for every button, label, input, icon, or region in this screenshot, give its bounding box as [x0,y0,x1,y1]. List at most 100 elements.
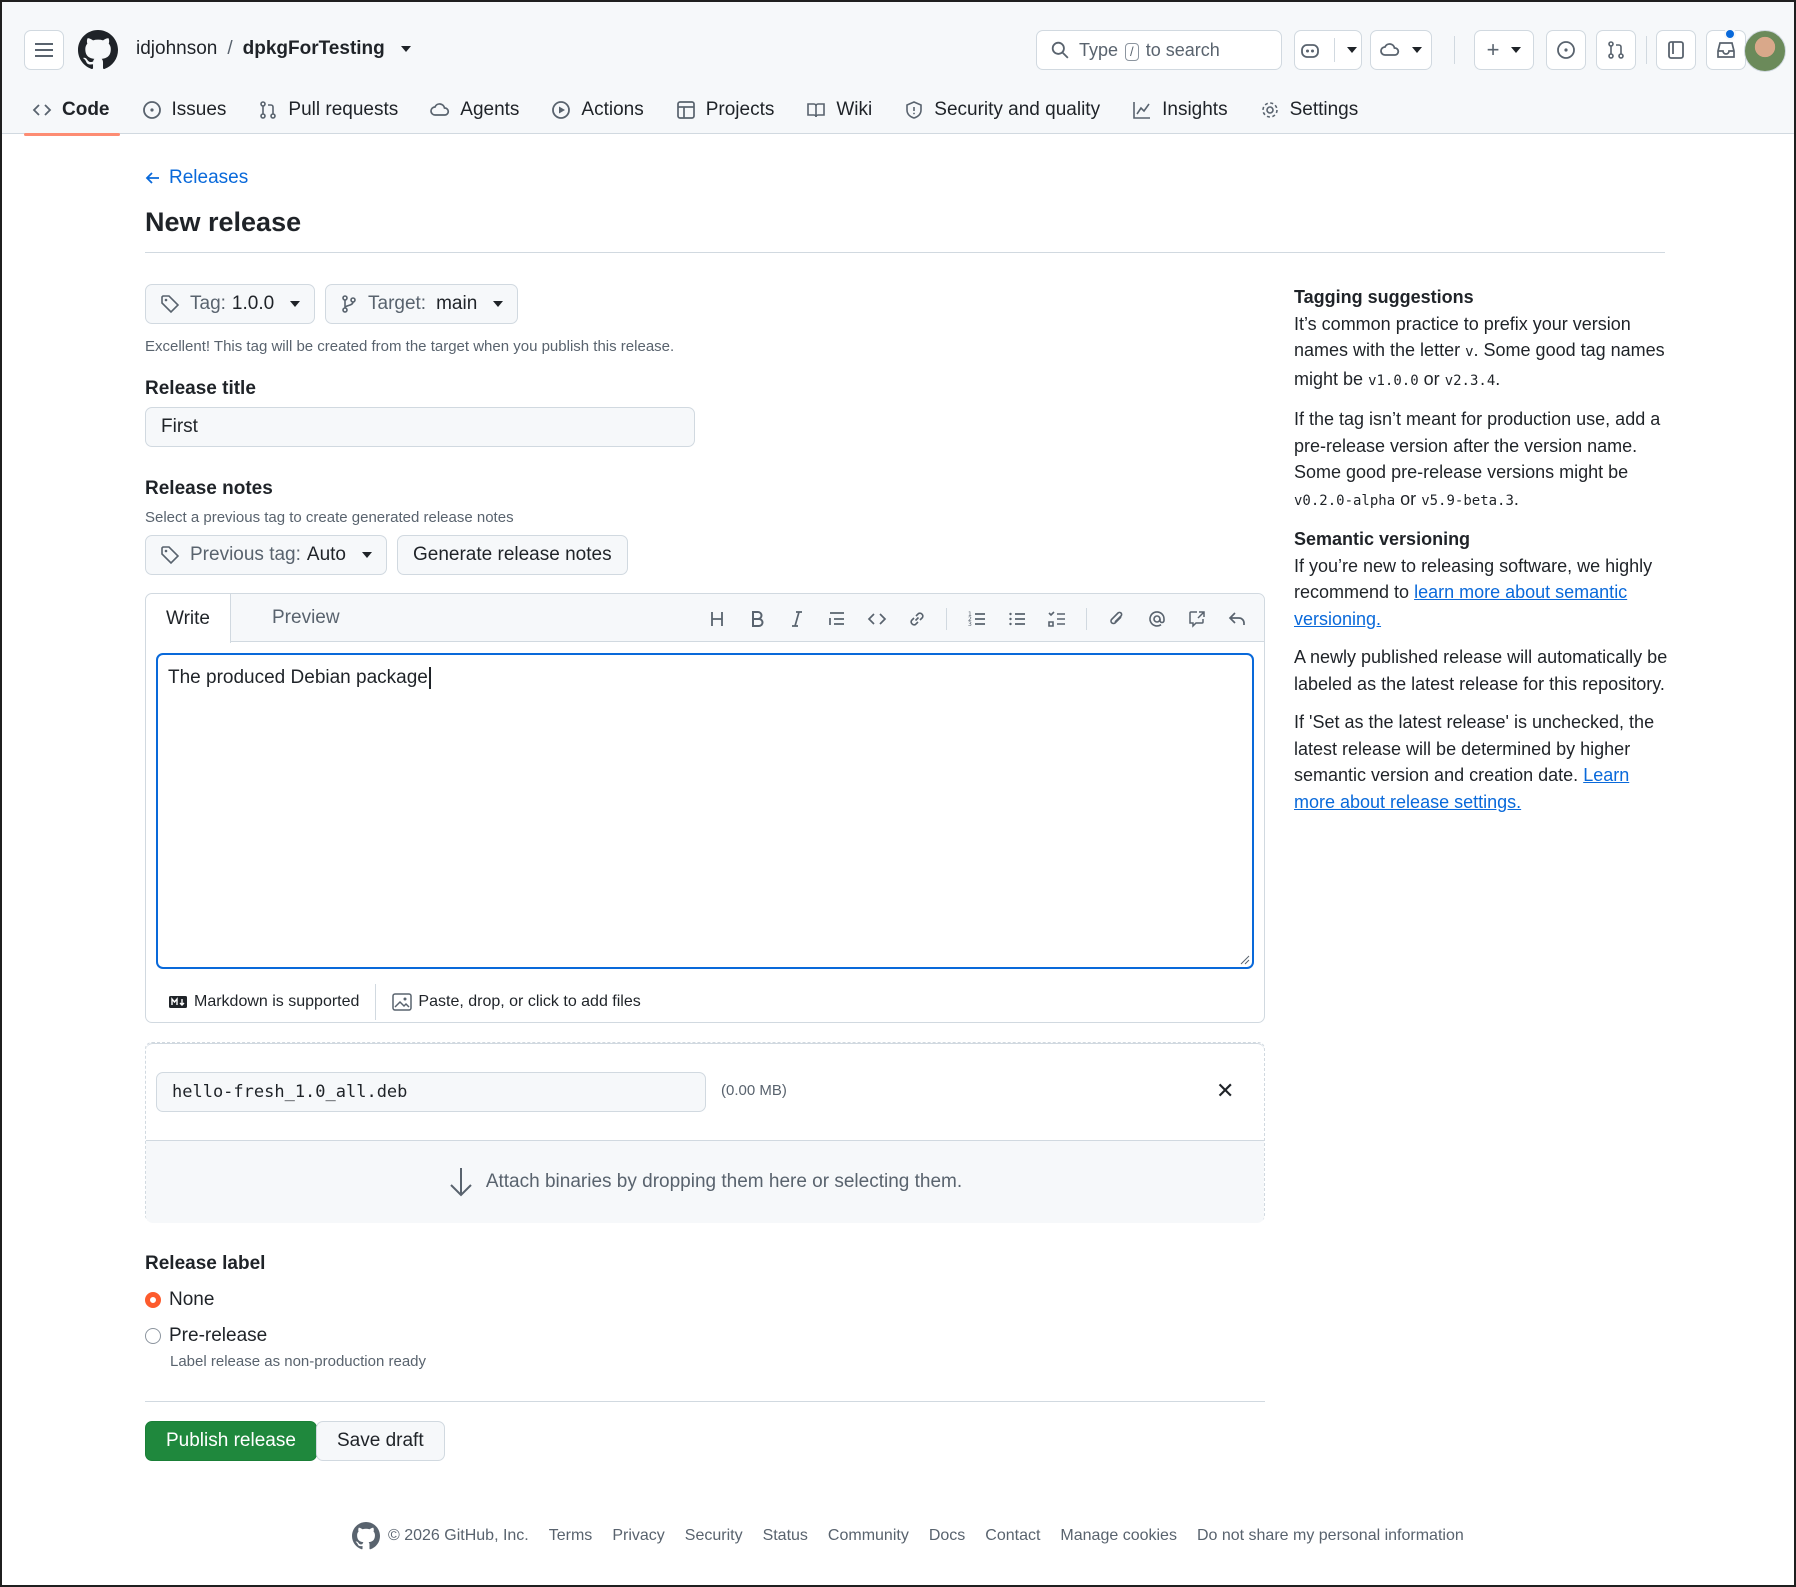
cross-reference-icon[interactable] [1184,606,1210,632]
tab-settings[interactable]: Settings [1260,86,1358,134]
code-v234: v2.3.4 [1444,372,1496,389]
semver-paragraph-1: If you’re new to releasing software, we … [1294,555,1653,629]
tab-agents[interactable]: Agents [430,86,519,134]
paperclip-icon[interactable] [1104,606,1130,632]
create-new-button[interactable]: + [1474,30,1534,70]
play-icon [552,101,571,119]
repo-link[interactable]: dpkgForTesting [243,38,385,60]
notification-dot [1724,28,1736,40]
agent-menu-button[interactable] [1370,30,1432,70]
radio-none-label: None [169,1289,215,1310]
add-files-button[interactable]: Paste, drop, or click to add files [392,993,641,1011]
save-draft-label: Save draft [337,1430,424,1451]
task-list-icon[interactable] [1044,606,1070,632]
undo-reply-icon[interactable] [1224,606,1250,632]
footer-link-docs[interactable]: Docs [929,1527,965,1545]
attached-file-name-input[interactable]: hello-fresh_1.0_all.deb [156,1072,706,1112]
footer-link-security[interactable]: Security [685,1527,743,1545]
breadcrumb-separator: / [227,38,233,59]
quote-icon[interactable] [824,606,850,632]
tab-label: Projects [705,99,775,120]
ordered-list-icon[interactable]: 123 [964,606,990,632]
radio-none[interactable]: None [145,1289,214,1311]
footer-link-do-not-share[interactable]: Do not share my personal information [1197,1527,1464,1545]
tab-label: Actions [581,99,644,120]
github-logo-icon[interactable] [78,30,118,70]
footer-link-status[interactable]: Status [763,1527,808,1545]
search-input[interactable]: Type / to search [1036,30,1282,70]
back-to-releases-link[interactable]: Releases [145,167,248,189]
generate-release-notes-button[interactable]: Generate release notes [397,535,628,575]
footer-link-community[interactable]: Community [828,1527,909,1545]
tab-issues[interactable]: Issues [142,86,226,134]
resize-handle-icon[interactable] [1238,953,1250,965]
agent-icon [430,103,450,116]
tag-select-button[interactable]: Tag: 1.0.0 [145,284,316,324]
search-shortcut-key: / [1125,42,1139,61]
remove-file-close-icon[interactable]: ✕ [1216,1080,1234,1102]
release-notes-hint: Select a previous tag to create generate… [145,509,514,526]
copilot-button[interactable] [1294,30,1362,70]
owner-link[interactable]: idjohnson [136,38,217,60]
publish-release-button[interactable]: Publish release [145,1421,317,1461]
bold-icon[interactable] [744,606,770,632]
release-title-input[interactable]: First [145,407,695,447]
menu-button[interactable] [24,30,64,70]
markdown-icon [169,996,187,1008]
pull-requests-button[interactable] [1596,30,1636,70]
attached-file-row: hello-fresh_1.0_all.deb (0.00 MB) ✕ [146,1043,1264,1141]
release-notes-textarea[interactable]: The produced Debian package [156,653,1254,969]
user-avatar[interactable] [1744,30,1786,72]
top-bar: idjohnson / dpkgForTesting Type / to sea… [2,2,1794,98]
save-draft-button[interactable]: Save draft [316,1421,445,1461]
link-icon[interactable] [904,606,930,632]
unordered-list-icon[interactable] [1004,606,1030,632]
tab-projects[interactable]: Projects [676,86,775,134]
target-select-button[interactable]: Target: main [325,284,519,324]
tag-icon [161,295,180,314]
footer-link-cookies[interactable]: Manage cookies [1060,1527,1177,1545]
tab-security[interactable]: Security and quality [904,86,1100,134]
tab-actions[interactable]: Actions [551,86,644,134]
tab-pull-requests[interactable]: Pull requests [258,86,398,134]
target-label: Target: [368,293,427,314]
tab-insights[interactable]: Insights [1132,86,1228,134]
page-title: New release [145,207,302,237]
tag-chevron-down-icon [290,301,301,307]
github-mark-icon[interactable] [352,1522,380,1550]
issues-button[interactable] [1546,30,1586,70]
tab-label: Insights [1162,99,1228,120]
radio-none-control[interactable] [145,1292,161,1308]
radio-pre-release[interactable]: Pre-release [145,1325,267,1347]
repo-menu-chevron-icon[interactable] [400,46,411,52]
tab-write[interactable]: Write [146,594,231,643]
copilot-chevron-down-icon[interactable] [1346,47,1357,53]
radio-pre-release-control[interactable] [145,1328,161,1344]
tab-preview[interactable]: Preview [252,594,360,642]
title-divider [145,252,1665,253]
svg-text:3: 3 [968,621,972,628]
binary-drop-zone[interactable]: Attach binaries by dropping them here or… [146,1141,1264,1223]
footer-link-privacy[interactable]: Privacy [612,1527,664,1545]
toolbar-divider [946,608,947,630]
mention-icon[interactable] [1144,606,1170,632]
footer-link-terms[interactable]: Terms [549,1527,593,1545]
text-cursor [428,667,431,689]
target-chevron-down-icon [493,301,504,307]
code-v100: v1.0.0 [1368,372,1419,389]
agent-cloud-icon [1380,43,1400,56]
italic-icon[interactable] [784,606,810,632]
previous-tag-select-button[interactable]: Previous tag: Auto [145,535,387,575]
target-value: main [436,293,478,314]
heading-icon[interactable] [704,606,730,632]
tab-wiki[interactable]: Wiki [806,86,872,134]
tab-code[interactable]: Code [24,86,119,136]
plus-icon: + [1486,37,1500,62]
code-icon[interactable] [864,606,890,632]
markdown-supported-link[interactable]: Markdown is supported [168,993,359,1011]
tab-label: Wiki [836,99,873,120]
tag-value: 1.0.0 [231,293,275,314]
footer-link-contact[interactable]: Contact [985,1527,1040,1545]
back-link-label: Releases [169,167,249,188]
repositories-button[interactable] [1656,30,1696,70]
